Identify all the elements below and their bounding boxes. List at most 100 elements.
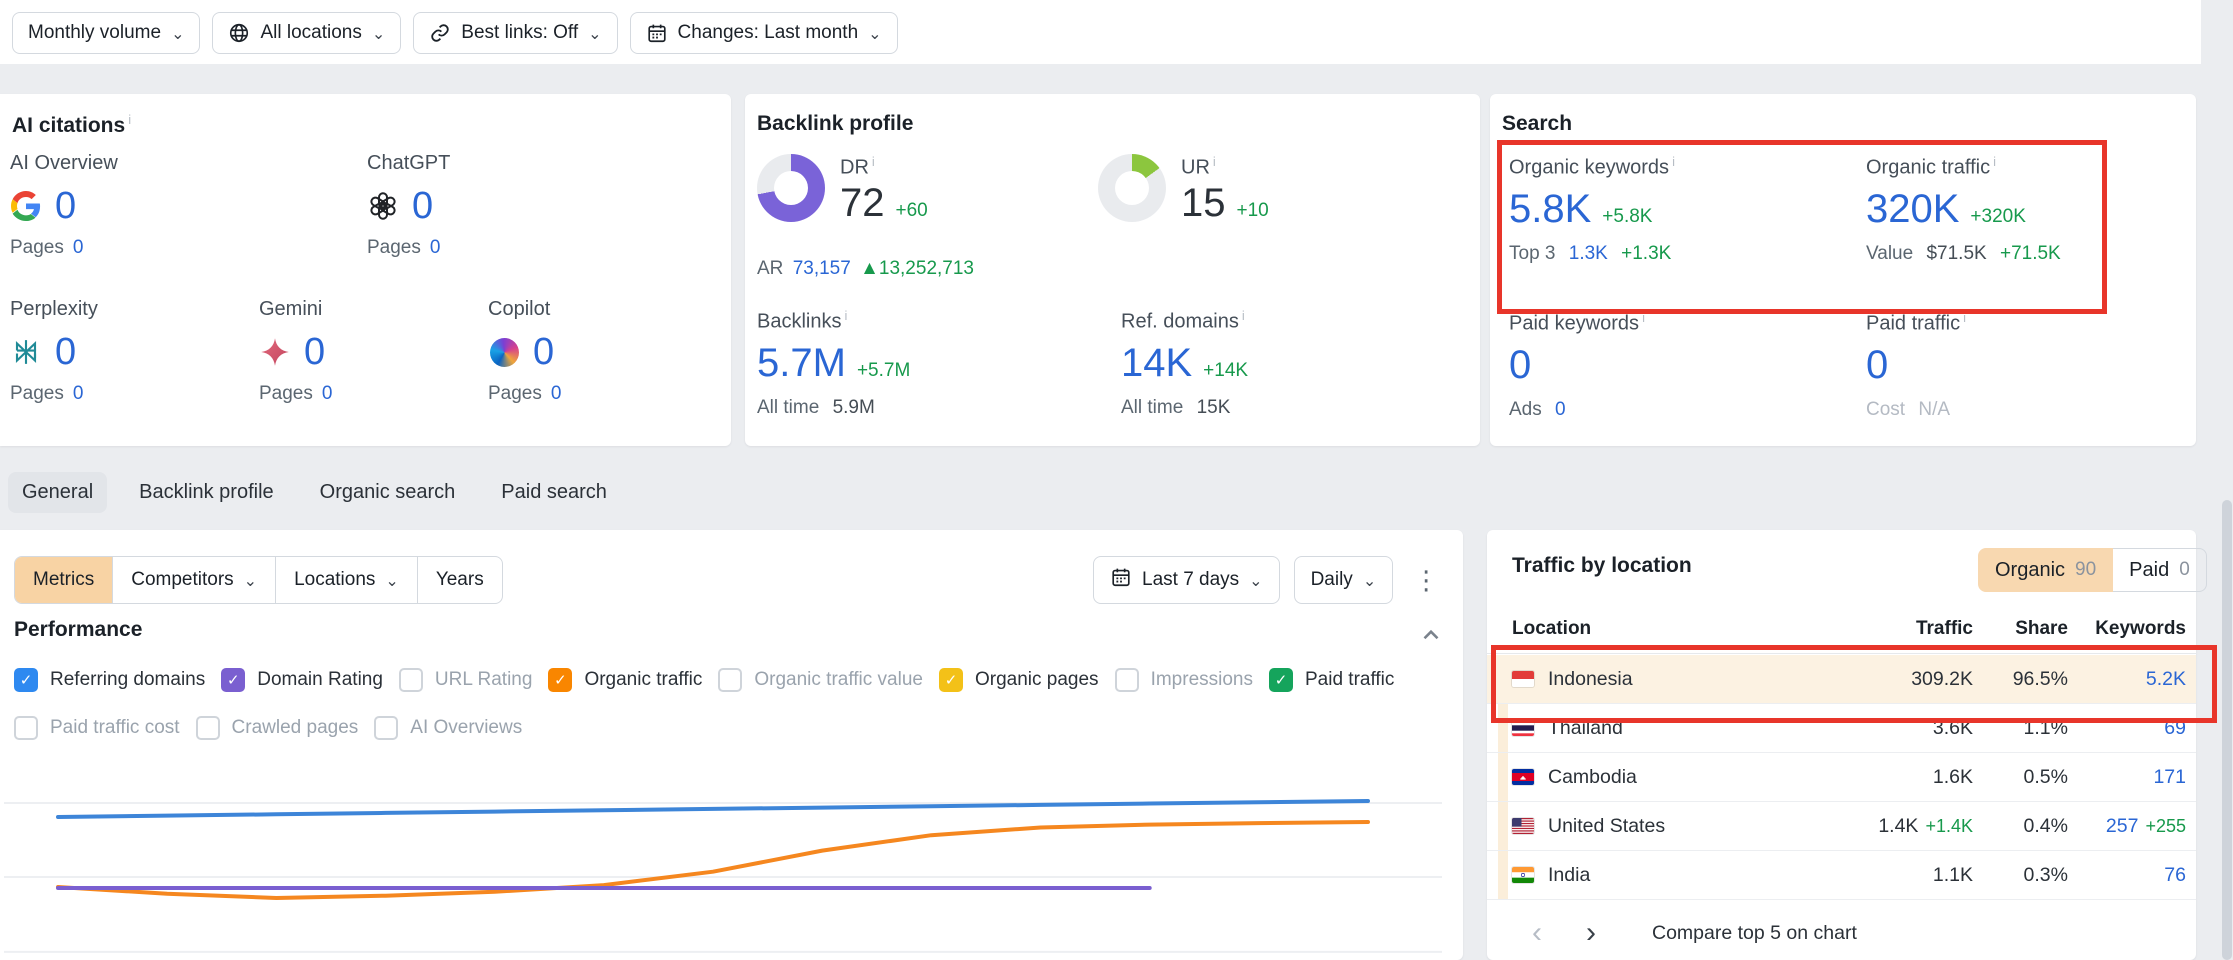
ai-source-label: Copilot bbox=[488, 298, 721, 321]
info-icon[interactable]: i bbox=[1213, 154, 1216, 169]
ads-value-link[interactable]: 0 bbox=[1555, 399, 1566, 420]
dr-donut-chart bbox=[757, 154, 825, 222]
location-cell: Thailand bbox=[1512, 717, 1823, 740]
column-traffic: Traffic bbox=[1823, 618, 1973, 640]
metric-label: Paid traffic cost bbox=[50, 717, 180, 739]
ref-domains-value-link[interactable]: 14K bbox=[1121, 341, 1192, 386]
more-options-button[interactable]: ⋮ bbox=[1407, 567, 1445, 593]
share-cell: 1.1% bbox=[1973, 717, 2068, 740]
paid-keywords-value-link[interactable]: 0 bbox=[1509, 343, 1531, 388]
filter-button-all-locations[interactable]: All locations⌄ bbox=[212, 12, 401, 54]
metric-checkbox-organic-traffic[interactable]: ✓Organic traffic bbox=[548, 668, 702, 692]
metric-checkbox-paid-traffic-cost[interactable]: Paid traffic cost bbox=[14, 716, 180, 740]
toggle-organic[interactable]: Organic90 bbox=[1978, 548, 2113, 592]
globe-icon bbox=[228, 22, 250, 44]
top3-line: Top 3 1.3K +1.3K bbox=[1509, 243, 1866, 265]
prev-page-icon[interactable]: ‹ bbox=[1532, 918, 1542, 948]
location-row-india[interactable]: India1.1K0.3%76 bbox=[1487, 851, 2196, 900]
info-icon[interactable]: i bbox=[1242, 308, 1245, 323]
segment-competitors[interactable]: Competitors⌄ bbox=[112, 557, 275, 603]
metric-checkbox-crawled-pages[interactable]: Crawled pages bbox=[196, 716, 359, 740]
toggle-paid[interactable]: Paid0 bbox=[2113, 548, 2207, 592]
location-row-cambodia[interactable]: Cambodia1.6K0.5%171 bbox=[1487, 753, 2196, 802]
info-icon[interactable]: i bbox=[844, 308, 847, 323]
tab-backlink-profile[interactable]: Backlink profile bbox=[125, 472, 288, 513]
ai-citations-value-link[interactable]: 0 bbox=[304, 331, 325, 374]
ai-citations-value-link[interactable]: 0 bbox=[533, 331, 554, 374]
metric-checkbox-url-rating[interactable]: URL Rating bbox=[399, 668, 533, 692]
performance-line-chart bbox=[0, 768, 1463, 960]
info-icon[interactable]: i bbox=[1963, 310, 1966, 325]
ref-domains-group: Ref. domainsi 14K +14K All time 15K bbox=[1121, 308, 1468, 419]
search-card: Search Organic keywordsi 5.8K +5.8K Top … bbox=[1490, 94, 2196, 446]
chevron-down-icon: ⌄ bbox=[244, 574, 257, 590]
location-cell: United States bbox=[1512, 815, 1823, 838]
organic-keywords-value-link[interactable]: 5.8K bbox=[1509, 187, 1591, 232]
ai-citations-value-link[interactable]: 0 bbox=[55, 331, 76, 374]
location-row-united-states[interactable]: United States1.4K+1.4K0.4%257+255 bbox=[1487, 802, 2196, 851]
metric-checkbox-organic-traffic-value[interactable]: Organic traffic value bbox=[718, 668, 923, 692]
keywords-link[interactable]: 76 bbox=[2164, 864, 2186, 886]
backlinks-value-link[interactable]: 5.7M bbox=[757, 341, 846, 386]
segment-metrics[interactable]: Metrics bbox=[15, 557, 112, 603]
info-icon[interactable]: i bbox=[1993, 154, 1996, 169]
keywords-link[interactable]: 69 bbox=[2164, 717, 2186, 739]
column-keywords: Keywords bbox=[2068, 618, 2186, 640]
tab-paid-search[interactable]: Paid search bbox=[487, 472, 621, 513]
info-icon[interactable]: i bbox=[128, 112, 131, 127]
metric-checkbox-referring-domains[interactable]: ✓Referring domains bbox=[14, 668, 205, 692]
filter-button-monthly-volume[interactable]: Monthly volume⌄ bbox=[12, 12, 200, 54]
segment-locations[interactable]: Locations⌄ bbox=[275, 557, 417, 603]
metric-checkbox-ai-overviews[interactable]: AI Overviews bbox=[374, 716, 522, 740]
metric-checkbox-impressions[interactable]: Impressions bbox=[1115, 668, 1253, 692]
filter-button-changes-last-month[interactable]: Changes: Last month⌄ bbox=[630, 12, 898, 54]
organic-traffic-delta: +320K bbox=[1970, 206, 2025, 228]
ai-citations-value-link[interactable]: 0 bbox=[55, 185, 76, 228]
domain-rating-group: DRi 72 +60 bbox=[757, 154, 1098, 226]
next-page-icon[interactable]: › bbox=[1586, 918, 1596, 948]
location-row-indonesia[interactable]: Indonesia309.2K96.5%5.2K bbox=[1487, 655, 2196, 704]
organic-traffic-value-link[interactable]: 320K bbox=[1866, 187, 1959, 232]
traffic-value: 1.4K bbox=[1878, 815, 1918, 837]
tab-general[interactable]: General bbox=[8, 472, 107, 513]
vertical-scrollbar[interactable] bbox=[2222, 500, 2232, 960]
pages-value-link[interactable]: 0 bbox=[322, 383, 333, 404]
segment-years[interactable]: Years bbox=[417, 557, 502, 603]
paid-traffic-value-link[interactable]: 0 bbox=[1866, 343, 1888, 388]
traffic-value: 1.6K bbox=[1933, 766, 1973, 788]
url-rating-group: URi 15 +10 bbox=[1098, 154, 1468, 226]
traffic-cell: 1.6K bbox=[1823, 766, 1973, 789]
granularity-button[interactable]: Daily ⌄ bbox=[1294, 556, 1394, 604]
ar-value-link[interactable]: 73,157 bbox=[793, 258, 851, 279]
date-range-button[interactable]: Last 7 days ⌄ bbox=[1093, 556, 1280, 604]
keywords-cell: 171 bbox=[2068, 766, 2186, 789]
info-icon[interactable]: i bbox=[1672, 154, 1675, 169]
pages-value-link[interactable]: 0 bbox=[73, 237, 84, 258]
ai-citations-value-link[interactable]: 0 bbox=[412, 185, 433, 228]
info-icon[interactable]: i bbox=[1642, 310, 1645, 325]
metric-checkbox-paid-traffic[interactable]: ✓Paid traffic bbox=[1269, 668, 1394, 692]
flag-india-icon bbox=[1512, 867, 1534, 883]
collapse-section-button[interactable] bbox=[1418, 622, 1444, 653]
pages-value-link[interactable]: 0 bbox=[551, 383, 562, 404]
toggle-count: 0 bbox=[2179, 559, 2190, 581]
metric-checkbox-organic-pages[interactable]: ✓Organic pages bbox=[939, 668, 1099, 692]
metric-label: Paid traffic bbox=[1305, 669, 1394, 691]
tab-organic-search[interactable]: Organic search bbox=[306, 472, 470, 513]
location-row-thailand[interactable]: Thailand3.6K1.1%69 bbox=[1487, 704, 2196, 753]
top3-value-link[interactable]: 1.3K bbox=[1569, 243, 1608, 264]
openai-icon bbox=[367, 190, 399, 222]
filter-button-best-links-off[interactable]: Best links: Off⌄ bbox=[413, 12, 617, 54]
ai-citation-perplexity: Perplexity0Pages0 bbox=[10, 298, 259, 405]
metric-checkbox-domain-rating[interactable]: ✓Domain Rating bbox=[221, 668, 383, 692]
pages-value-link[interactable]: 0 bbox=[430, 237, 441, 258]
keywords-link[interactable]: 171 bbox=[2153, 766, 2186, 788]
info-icon[interactable]: i bbox=[872, 154, 875, 169]
checkbox-icon: ✓ bbox=[14, 668, 38, 692]
keywords-link[interactable]: 257 bbox=[2106, 815, 2139, 837]
paid-keywords-group: Paid keywordsi 0 Ads 0 bbox=[1509, 310, 1866, 421]
paid-traffic-group: Paid traffici 0 Cost N/A bbox=[1866, 310, 2176, 421]
keywords-link[interactable]: 5.2K bbox=[2146, 668, 2186, 690]
checkbox-icon bbox=[196, 716, 220, 740]
pages-value-link[interactable]: 0 bbox=[73, 383, 84, 404]
